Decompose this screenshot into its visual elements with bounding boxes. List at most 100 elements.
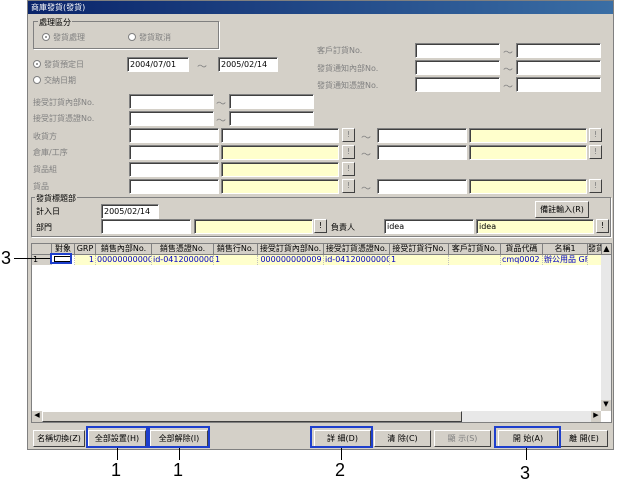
highlight-select-all: [86, 426, 148, 448]
item-code-from[interactable]: [129, 179, 219, 194]
ship-notice-voucher-to[interactable]: [516, 77, 601, 92]
tilde: ～: [361, 150, 371, 161]
grid-header-sales-line[interactable]: 銷售行No.: [214, 244, 258, 255]
grid-header-name1[interactable]: 名稱1: [543, 244, 588, 255]
highlight-start: [494, 426, 561, 448]
warehouse-from-lookup-button[interactable]: !: [342, 145, 355, 159]
grid-header-order-internal[interactable]: 接受訂貨內部No.: [258, 244, 324, 255]
remark-input-button[interactable]: 備註輸入(R): [535, 201, 589, 218]
ship-notice-internal-from[interactable]: [415, 60, 500, 75]
customer-order-from[interactable]: [415, 43, 500, 58]
order-internal-label: 接受訂貨內部No.: [33, 98, 95, 107]
receiver-name-to[interactable]: [469, 128, 587, 143]
item-group-lookup-button[interactable]: !: [342, 162, 355, 176]
dept-name-input[interactable]: [194, 219, 313, 234]
receiver-name-from[interactable]: [221, 128, 339, 143]
exit-button[interactable]: 離 開(E): [560, 430, 608, 447]
radio-dot-icon: [33, 76, 41, 84]
grid-header-order-voucher[interactable]: 接受訂貨憑證No.: [324, 244, 390, 255]
receiver-code-to[interactable]: [377, 128, 467, 143]
warehouse-name-from[interactable]: [221, 145, 339, 160]
clear-button[interactable]: 清 除(C): [374, 430, 431, 447]
scroll-up-icon[interactable]: ▲: [602, 244, 612, 255]
receiver-to-lookup-button[interactable]: !: [589, 128, 602, 142]
scroll-left-icon[interactable]: ◀: [32, 411, 42, 422]
receiver-label: 收貨方: [33, 132, 57, 141]
radio-delivery-date[interactable]: 交納日期: [33, 75, 76, 86]
dept-lookup-button[interactable]: !: [314, 219, 327, 233]
plan-date-input[interactable]: 2005/02/14: [101, 204, 159, 219]
grid-cell-sales-voucher: id-041200000001: [152, 255, 214, 265]
callout-line: [14, 258, 50, 259]
grid-cell-customer-order: [449, 255, 501, 265]
vertical-scrollbar[interactable]: [601, 255, 611, 411]
highlight-detail: [310, 426, 373, 448]
dept-code-input[interactable]: [101, 219, 191, 234]
ship-notice-internal-label: 發貨通知內部No.: [317, 64, 379, 73]
grid-cell-item-code: cmq0002: [501, 255, 543, 265]
grid-header-sales-internal[interactable]: 銷售內部No.: [96, 244, 152, 255]
window-title: 商庫發貨(發貨): [28, 1, 613, 14]
grid-header-item-code[interactable]: 貨品代碼: [501, 244, 543, 255]
callout-line: [341, 448, 342, 460]
callout-number: 3: [1, 248, 12, 268]
main-window: 商庫發貨(發貨) 處理區分 發貨處理 發貨取消 客戶訂貨No. ～ 發貨通知內部…: [27, 0, 614, 450]
shipment-grid[interactable]: 對象 GRP 銷售內部No. 銷售憑證No. 銷售行No. 接受訂貨內部No. …: [31, 243, 612, 423]
callout-line: [117, 448, 118, 460]
warehouse-to-lookup-button[interactable]: !: [589, 145, 602, 159]
order-voucher-to[interactable]: [229, 111, 314, 126]
order-internal-from[interactable]: [129, 94, 214, 109]
warehouse-code-to[interactable]: [377, 145, 467, 160]
highlight-target-checkbox: [50, 253, 72, 264]
item-name-from[interactable]: [221, 179, 339, 194]
radio-ship-date[interactable]: 發貨預定日: [33, 59, 84, 70]
warehouse-code-from[interactable]: [129, 145, 219, 160]
item-group-name[interactable]: [221, 162, 339, 177]
item-name-to[interactable]: [469, 179, 587, 194]
switch-name-button[interactable]: 名稱切換(Z): [33, 430, 85, 447]
radio-dot-icon: [33, 60, 41, 68]
callout-line: [179, 448, 180, 460]
grid-header-ship[interactable]: 發貨: [588, 244, 602, 255]
grid-header-grp[interactable]: GRP: [75, 244, 96, 255]
highlight-clear-all: [148, 426, 210, 448]
ship-notice-voucher-label: 發貨通知憑證No.: [317, 81, 379, 90]
date-from-input[interactable]: 2004/07/01: [127, 57, 189, 72]
customer-order-to[interactable]: [516, 43, 601, 58]
radio-ship-cancel[interactable]: 發貨取消: [128, 32, 171, 43]
scroll-down-icon[interactable]: ▼: [601, 400, 611, 411]
item-group-label: 貨品組: [33, 165, 57, 174]
radio-ship-process[interactable]: 發貨處理: [42, 32, 85, 43]
tilde: ～: [361, 184, 371, 195]
ship-notice-internal-to[interactable]: [516, 60, 601, 75]
grid-header-rownum: [32, 244, 52, 255]
item-from-lookup-button[interactable]: !: [342, 179, 355, 193]
date-to-input[interactable]: 2005/02/14: [218, 57, 278, 72]
grid-header-sales-voucher[interactable]: 銷售憑證No.: [152, 244, 214, 255]
person-label: 負責人: [331, 223, 355, 232]
order-voucher-from[interactable]: [129, 111, 214, 126]
tilde: ～: [503, 82, 513, 93]
grid-cell-order-line: 1: [390, 255, 449, 265]
item-code-to[interactable]: [377, 179, 467, 194]
grid-header-customer-order[interactable]: 客戶訂貨No.: [449, 244, 501, 255]
person-code-input[interactable]: idea: [384, 219, 474, 234]
callout-number: 3: [520, 463, 531, 483]
person-name-input[interactable]: idea: [476, 219, 594, 234]
item-to-lookup-button[interactable]: !: [589, 179, 602, 193]
tilde: ～: [503, 65, 513, 76]
receiver-code-from[interactable]: [129, 128, 219, 143]
scroll-thumb[interactable]: [42, 411, 462, 422]
receiver-from-lookup-button[interactable]: !: [342, 128, 355, 142]
ship-notice-voucher-from[interactable]: [415, 77, 500, 92]
grid-cell-order-voucher: id-041200000002: [324, 255, 390, 265]
grid-cell-name1: 辦公用品 GF: [543, 255, 588, 265]
order-voucher-label: 接受訂貨憑證No.: [33, 114, 95, 123]
scroll-right-icon[interactable]: ▶: [591, 411, 601, 422]
display-button[interactable]: 顯 示(S): [434, 430, 491, 447]
grid-header-order-line[interactable]: 接受訂貨行No.: [390, 244, 449, 255]
warehouse-name-to[interactable]: [469, 145, 587, 160]
order-internal-to[interactable]: [229, 94, 314, 109]
person-lookup-button[interactable]: !: [596, 219, 609, 233]
item-group-code[interactable]: [129, 162, 219, 177]
